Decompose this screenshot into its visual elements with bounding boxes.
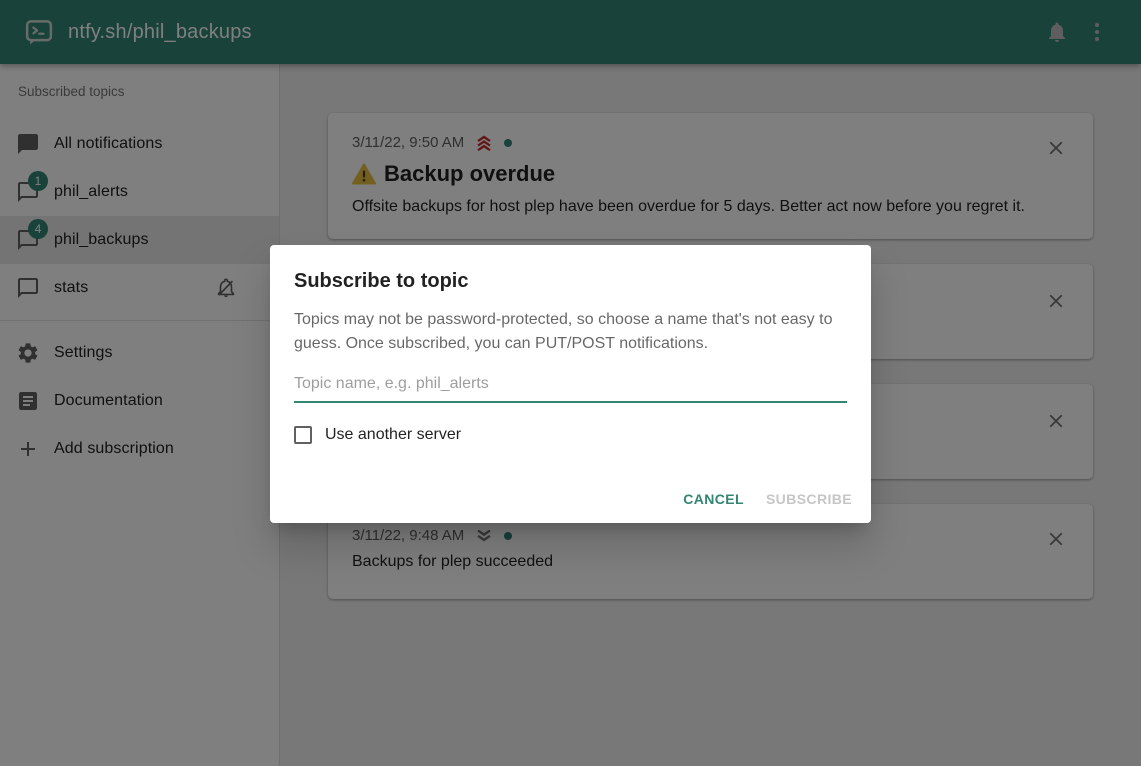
- topic-name-input[interactable]: [294, 369, 847, 403]
- dialog-title: Subscribe to topic: [294, 269, 847, 293]
- use-another-server-option[interactable]: Use another server: [294, 426, 847, 444]
- use-another-server-checkbox[interactable]: [294, 426, 312, 444]
- dialog-actions: CANCEL SUBSCRIBE: [672, 483, 863, 515]
- dialog-description: Topics may not be password-protected, so…: [294, 308, 847, 356]
- subscribe-button[interactable]: SUBSCRIBE: [755, 483, 863, 515]
- use-another-server-label: Use another server: [325, 426, 461, 444]
- cancel-button[interactable]: CANCEL: [672, 483, 755, 515]
- subscribe-dialog: Subscribe to topic Topics may not be pas…: [270, 245, 871, 523]
